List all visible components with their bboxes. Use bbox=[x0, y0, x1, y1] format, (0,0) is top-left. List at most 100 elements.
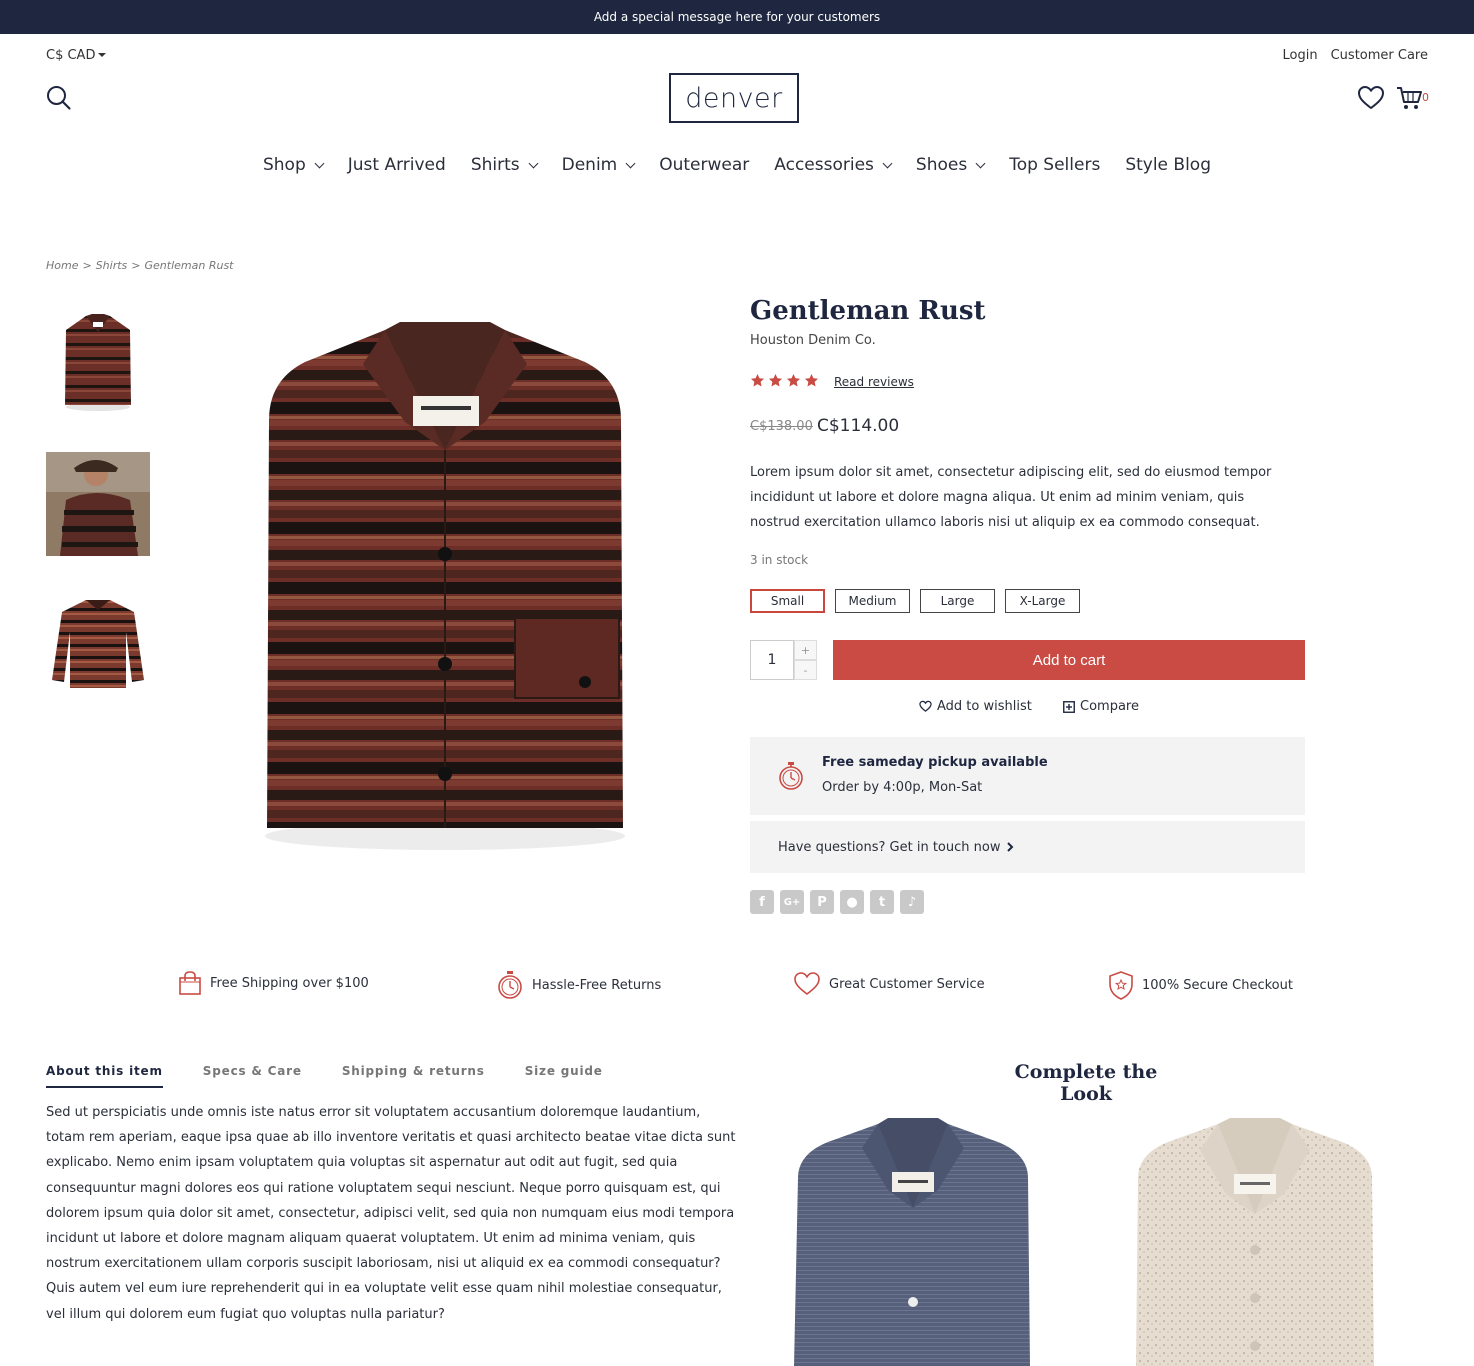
heart-icon bbox=[794, 972, 820, 996]
logo-text: denver bbox=[685, 82, 783, 114]
nav-label: Outerwear bbox=[659, 155, 750, 175]
size-option-medium[interactable]: Medium bbox=[835, 589, 910, 613]
feature-returns: Hassle-Free Returns bbox=[496, 970, 661, 1000]
star-icon bbox=[786, 373, 801, 387]
quantity-decrement-button[interactable]: - bbox=[794, 660, 817, 680]
stopwatch-icon bbox=[779, 762, 803, 790]
nav-label: Shoes bbox=[915, 155, 968, 175]
product-thumbnail-flatlay[interactable] bbox=[46, 592, 150, 696]
quantity-input[interactable] bbox=[750, 640, 794, 680]
price-sale: C$114.00 bbox=[817, 416, 900, 436]
pickup-subtitle: Order by 4:00p, Mon-Sat bbox=[822, 780, 983, 795]
star-icon bbox=[804, 373, 819, 387]
nav-label: Shirts bbox=[470, 155, 520, 175]
main-navigation: Shop Just Arrived Shirts Denim Outerwear… bbox=[0, 155, 1474, 175]
nav-label: Just Arrived bbox=[347, 155, 446, 175]
social-share-bar: f G+ P ● t ♪ bbox=[750, 890, 924, 914]
nav-label: Accessories bbox=[774, 155, 874, 175]
contact-link-panel[interactable]: Have questions? Get in touch now bbox=[750, 821, 1305, 873]
stopwatch-icon bbox=[498, 971, 522, 999]
read-reviews-link[interactable]: Read reviews bbox=[834, 375, 914, 389]
nav-item-shop[interactable]: Shop bbox=[262, 155, 325, 175]
breadcrumb-separator: > bbox=[82, 259, 92, 272]
pickup-title: Free sameday pickup available bbox=[822, 755, 1048, 770]
cart-icon[interactable] bbox=[1396, 84, 1424, 112]
tab-size-guide[interactable]: Size guide bbox=[525, 1064, 603, 1088]
chevron-down-icon bbox=[882, 158, 893, 168]
chevron-down-icon bbox=[975, 158, 986, 168]
nav-item-outerwear[interactable]: Outerwear bbox=[659, 155, 749, 175]
product-thumbnail-model[interactable] bbox=[46, 452, 150, 556]
plus-square-icon bbox=[1063, 700, 1075, 713]
breadcrumb: Home > Shirts > Gentleman Rust bbox=[46, 259, 233, 272]
nav-item-shoes[interactable]: Shoes bbox=[915, 155, 986, 175]
feature-label: 100% Secure Checkout bbox=[1142, 977, 1293, 993]
nav-item-style-blog[interactable]: Style Blog bbox=[1125, 155, 1211, 175]
wishlist-heart-icon[interactable] bbox=[1357, 84, 1385, 112]
stock-status: 3 in stock bbox=[750, 553, 809, 567]
product-title: Gentleman Rust bbox=[750, 296, 986, 326]
star-icon bbox=[750, 373, 765, 387]
nav-label: Denim bbox=[561, 155, 618, 175]
chevron-down-icon bbox=[625, 158, 636, 168]
tab-specs-care[interactable]: Specs & Care bbox=[203, 1064, 302, 1088]
breadcrumb-separator: > bbox=[131, 259, 141, 272]
rating-stars bbox=[750, 373, 819, 388]
nav-item-just-arrived[interactable]: Just Arrived bbox=[348, 155, 446, 175]
breadcrumb-shirts[interactable]: Shirts bbox=[96, 259, 128, 272]
add-to-wishlist-link[interactable]: Add to wishlist bbox=[919, 699, 1032, 714]
nav-item-denim[interactable]: Denim bbox=[561, 155, 636, 175]
breadcrumb-home[interactable]: Home bbox=[46, 259, 78, 272]
chevron-down-icon bbox=[528, 158, 539, 168]
recommended-product-cream-shirt[interactable] bbox=[1130, 1118, 1380, 1366]
size-option-x-large[interactable]: X-Large bbox=[1005, 589, 1080, 613]
google-plus-icon[interactable]: G+ bbox=[780, 890, 804, 914]
customer-care-link[interactable]: Customer Care bbox=[1331, 48, 1428, 63]
compare-label: Compare bbox=[1080, 699, 1139, 714]
product-tabs: About this item Specs & Care Shipping & … bbox=[46, 1064, 603, 1088]
product-brand[interactable]: Houston Denim Co. bbox=[750, 333, 876, 348]
top-links: Login Customer Care bbox=[1283, 48, 1428, 63]
feature-strip: Free Shipping over $100 Hassle-Free Retu… bbox=[0, 970, 1474, 1002]
twitter-icon[interactable]: ♪ bbox=[900, 890, 924, 914]
announcement-text: Add a special message here for your cust… bbox=[593, 10, 881, 24]
quantity-increment-button[interactable]: + bbox=[794, 640, 817, 660]
product-main-image[interactable] bbox=[245, 300, 645, 860]
tab-about-this-item[interactable]: About this item bbox=[46, 1064, 163, 1088]
pinterest-icon[interactable]: P bbox=[810, 890, 834, 914]
product-thumbnail-folded[interactable] bbox=[46, 310, 150, 414]
caret-down-icon bbox=[98, 52, 107, 57]
shopping-bag-icon bbox=[179, 971, 201, 995]
pickup-info-panel: Free sameday pickup available Order by 4… bbox=[750, 737, 1305, 815]
size-option-large[interactable]: Large bbox=[920, 589, 995, 613]
nav-label: Shop bbox=[262, 155, 306, 175]
add-to-cart-button[interactable]: Add to cart bbox=[833, 640, 1305, 680]
reddit-icon[interactable]: ● bbox=[840, 890, 864, 914]
cart-count-badge: 0 bbox=[1422, 91, 1429, 104]
nav-item-top-sellers[interactable]: Top Sellers bbox=[1009, 155, 1100, 175]
tumblr-icon[interactable]: t bbox=[870, 890, 894, 914]
product-description: Lorem ipsum dolor sit amet, consectetur … bbox=[750, 465, 1272, 530]
nav-label: Top Sellers bbox=[1009, 155, 1101, 175]
shield-star-icon bbox=[1109, 971, 1133, 1000]
chevron-right-icon bbox=[1007, 842, 1014, 852]
nav-item-shirts[interactable]: Shirts bbox=[470, 155, 539, 175]
feature-label: Hassle-Free Returns bbox=[532, 977, 662, 993]
size-selector: Small Medium Large X-Large bbox=[750, 589, 1080, 613]
currency-selector[interactable]: C$ CAD bbox=[46, 48, 107, 63]
heart-icon bbox=[919, 700, 932, 712]
tab-shipping-returns[interactable]: Shipping & returns bbox=[342, 1064, 485, 1088]
feature-secure-checkout: 100% Secure Checkout bbox=[1108, 970, 1293, 1000]
currency-label: C$ CAD bbox=[46, 48, 96, 63]
compare-link[interactable]: Compare bbox=[1063, 699, 1139, 714]
nav-item-accessories[interactable]: Accessories bbox=[774, 155, 893, 175]
search-icon[interactable] bbox=[45, 84, 73, 112]
site-logo[interactable]: denver bbox=[669, 73, 799, 123]
login-link[interactable]: Login bbox=[1283, 48, 1318, 63]
size-option-small[interactable]: Small bbox=[750, 589, 825, 613]
price-original: C$138.00 bbox=[750, 419, 813, 434]
recommended-product-blue-shirt[interactable] bbox=[788, 1118, 1038, 1366]
facebook-icon[interactable]: f bbox=[750, 890, 774, 914]
nav-label: Style Blog bbox=[1125, 155, 1211, 175]
feature-customer-service: Great Customer Service bbox=[793, 970, 985, 998]
